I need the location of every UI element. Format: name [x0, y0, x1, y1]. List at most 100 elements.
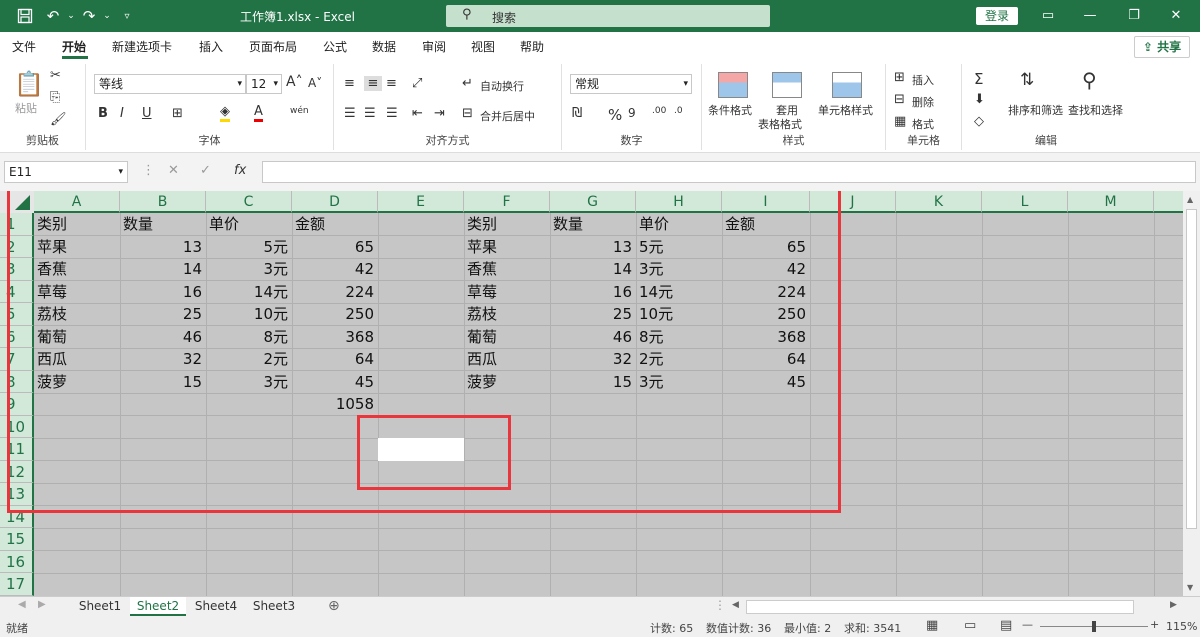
scroll-left-icon[interactable]: ◀ — [732, 600, 739, 610]
ribbon-display-icon[interactable]: ▭ — [1038, 6, 1058, 26]
conditional-format-icon[interactable] — [718, 72, 748, 98]
scroll-down-icon[interactable]: ▼ — [1187, 583, 1193, 592]
find-select-label[interactable]: 查找和选择 — [1068, 102, 1123, 118]
tab-new[interactable]: 新建选项卡 — [112, 38, 172, 55]
paste-icon[interactable]: 📋 — [14, 70, 44, 98]
increase-font-icon[interactable]: A˄ — [286, 74, 303, 90]
worksheet-grid[interactable]: A B C D E F G H I J K L M 1 2 3 4 5 6 7 … — [0, 191, 1183, 596]
delete-cells-label[interactable]: 删除 — [912, 94, 934, 110]
conditional-format-label[interactable]: 条件格式 — [708, 102, 752, 118]
page-break-view-icon[interactable]: ▤ — [1000, 618, 1012, 633]
number-format-select[interactable]: 常规 ▾ — [570, 74, 692, 94]
font-color-icon[interactable]: A — [254, 104, 263, 122]
align-middle-icon[interactable]: ≡ — [364, 76, 382, 91]
zoom-in-icon[interactable]: + — [1150, 618, 1159, 631]
copy-icon[interactable]: ⎘ — [50, 90, 60, 105]
undo-icon[interactable]: ↶ — [44, 7, 62, 25]
cut-icon[interactable]: ✂ — [50, 68, 61, 83]
bold-button[interactable]: B — [98, 106, 108, 121]
tab-insert[interactable]: 插入 — [199, 38, 223, 55]
align-right-icon[interactable]: ☰ — [386, 106, 398, 121]
decrease-font-icon[interactable]: A˅ — [308, 76, 322, 90]
row-header-15[interactable]: 15 — [0, 528, 34, 551]
tab-file[interactable]: 文件 — [12, 38, 36, 55]
zoom-level[interactable]: 115% — [1166, 620, 1197, 633]
wrap-text-label[interactable]: 自动换行 — [480, 78, 524, 94]
scroll-right-icon[interactable]: ▶ — [1170, 600, 1177, 610]
formula-input[interactable] — [262, 161, 1196, 183]
tab-home[interactable]: 开始 — [62, 38, 86, 55]
cell-styles-label[interactable]: 单元格样式 — [818, 102, 873, 118]
close-icon[interactable]: ✕ — [1166, 6, 1186, 26]
row-header-17[interactable]: 17 — [0, 573, 34, 596]
tab-data[interactable]: 数据 — [372, 38, 396, 55]
format-cells-icon[interactable]: ▦ — [894, 114, 906, 129]
sheet-tab-sheet3[interactable]: Sheet3 — [246, 597, 302, 616]
align-bottom-icon[interactable]: ≡ — [386, 76, 397, 91]
restore-icon[interactable]: ❐ — [1124, 6, 1144, 26]
find-icon[interactable]: ⚲ — [1082, 68, 1097, 92]
horizontal-scrollbar[interactable] — [746, 600, 1134, 614]
delete-cells-icon[interactable]: ⊟ — [894, 92, 905, 107]
align-left-icon[interactable]: ☰ — [344, 106, 356, 121]
normal-view-icon[interactable]: ▦ — [926, 618, 938, 633]
currency-icon[interactable]: ₪ — [572, 106, 582, 121]
minimize-icon[interactable]: — — [1080, 6, 1100, 26]
wrap-text-icon[interactable]: ↵ — [462, 76, 473, 91]
comma-icon[interactable]: 9 — [628, 106, 636, 120]
enter-icon[interactable]: ✓ — [200, 163, 211, 178]
zoom-slider-thumb[interactable] — [1092, 621, 1096, 632]
sort-filter-label[interactable]: 排序和筛选 — [1008, 102, 1063, 118]
tab-formulas[interactable]: 公式 — [323, 38, 347, 55]
insert-function-icon[interactable]: fx — [234, 163, 246, 178]
zoom-out-icon[interactable]: — — [1022, 618, 1033, 631]
sheet-tab-sheet4[interactable]: Sheet4 — [188, 597, 244, 616]
name-box[interactable]: E11 ▾ — [4, 161, 128, 183]
clear-icon[interactable]: ◇ — [974, 114, 984, 129]
insert-cells-icon[interactable]: ⊞ — [894, 70, 905, 85]
cell-styles-icon[interactable] — [832, 72, 862, 98]
login-button[interactable]: 登录 — [976, 7, 1018, 25]
undo-dropdown-icon[interactable]: ⌄ — [62, 7, 80, 25]
align-center-icon[interactable]: ☰ — [364, 106, 376, 121]
search-box[interactable]: ⚲ 搜索 — [446, 5, 770, 27]
merge-center-label[interactable]: 合并后居中 — [480, 108, 535, 124]
fill-icon[interactable]: ⬇ — [974, 92, 985, 107]
redo-icon[interactable]: ↷ — [80, 7, 98, 25]
cancel-icon[interactable]: ✕ — [168, 163, 179, 178]
format-cells-label[interactable]: 格式 — [912, 116, 934, 132]
format-painter-icon[interactable]: 🖌 — [50, 112, 67, 127]
sheet-tab-sheet1[interactable]: Sheet1 — [72, 597, 128, 616]
column-header-l[interactable]: L — [982, 191, 1068, 213]
prev-sheet-icon[interactable]: ◀ — [18, 599, 26, 610]
row-header-16[interactable]: 16 — [0, 550, 34, 573]
phonetic-icon[interactable]: wén — [290, 106, 309, 116]
fill-color-icon[interactable]: ◈ — [220, 104, 230, 122]
tab-view[interactable]: 视图 — [471, 38, 495, 55]
tab-page-layout[interactable]: 页面布局 — [249, 38, 297, 55]
customize-toolbar-icon[interactable]: ▿ — [118, 7, 136, 25]
italic-button[interactable]: I — [120, 106, 124, 121]
column-header-k[interactable]: K — [896, 191, 982, 213]
border-icon[interactable]: ⊞ — [172, 106, 183, 121]
merge-center-icon[interactable]: ⊟ — [462, 106, 473, 121]
orientation-icon[interactable]: ⤢ — [412, 76, 422, 91]
font-name-select[interactable]: 等线 ▾ — [94, 74, 246, 94]
font-size-select[interactable]: 12 ▾ — [246, 74, 282, 94]
scroll-up-icon[interactable]: ▲ — [1187, 195, 1193, 204]
add-sheet-icon[interactable]: ⊕ — [328, 598, 340, 614]
increase-decimal-icon[interactable]: .00 — [652, 106, 666, 116]
underline-button[interactable]: U — [142, 106, 152, 121]
vertical-scroll-thumb[interactable] — [1186, 209, 1197, 529]
share-button[interactable]: ⇪ 共享 — [1134, 36, 1190, 58]
table-format-icon[interactable] — [772, 72, 802, 98]
vertical-scrollbar[interactable]: ▲ ▼ — [1183, 191, 1200, 596]
column-header-m[interactable]: M — [1068, 191, 1154, 213]
table-format-label-2[interactable]: 表格格式 — [758, 116, 802, 132]
increase-indent-icon[interactable]: ⇥ — [434, 106, 445, 121]
paste-label[interactable]: 粘贴 — [15, 100, 37, 116]
insert-cells-label[interactable]: 插入 — [912, 72, 934, 88]
percent-icon[interactable]: % — [608, 106, 622, 124]
align-top-icon[interactable]: ≡ — [344, 76, 355, 91]
page-layout-view-icon[interactable]: ▭ — [964, 618, 976, 633]
